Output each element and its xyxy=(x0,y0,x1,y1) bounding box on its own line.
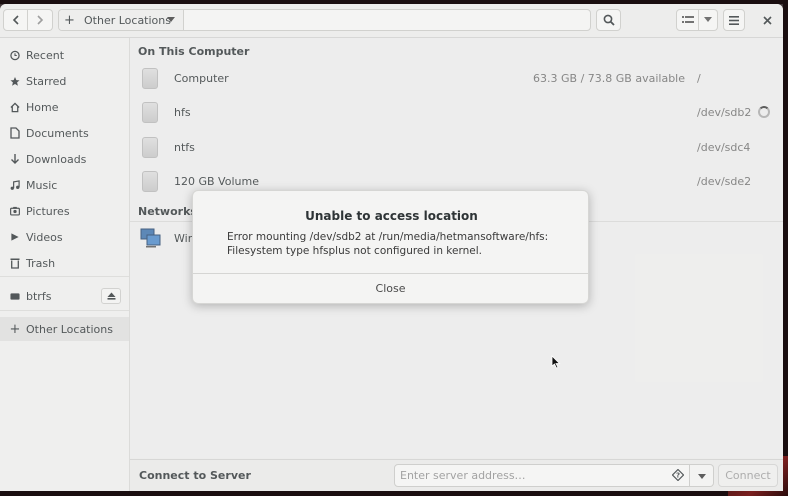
error-dialog: Unable to access location Error mounting… xyxy=(192,190,589,304)
mouse-cursor-icon xyxy=(551,355,561,369)
dialog-title: Unable to access location xyxy=(305,209,478,223)
dialog-close-button[interactable]: Close xyxy=(193,274,588,303)
dialog-message: Error mounting /dev/sdb2 at /run/media/h… xyxy=(227,231,549,257)
